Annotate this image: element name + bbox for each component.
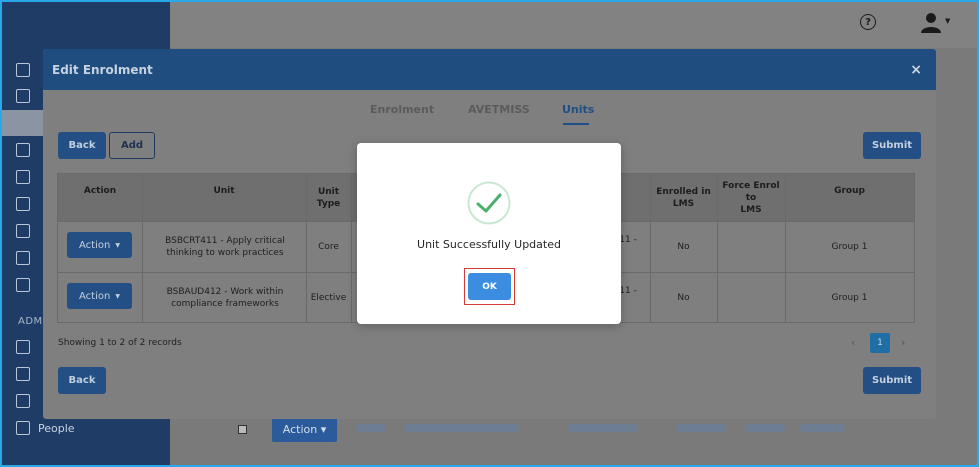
sidebar-item-courses[interactable]	[16, 170, 30, 184]
row-action-button[interactable]: Action ▼	[67, 283, 132, 309]
submit-bottom-button[interactable]: Submit	[863, 367, 921, 394]
row-action-label: Action	[79, 290, 111, 302]
success-check-icon	[467, 181, 511, 225]
records-count: Showing 1 to 2 of 2 records	[58, 338, 182, 348]
monitor-icon	[16, 340, 30, 354]
header-unit: Unit	[213, 186, 235, 196]
modal-header: Edit Enrolment ×	[43, 49, 936, 90]
settings-icon	[16, 251, 30, 265]
header-unit-type: Unit Type	[316, 187, 341, 209]
tab-avetmiss[interactable]: AVETMISS	[468, 103, 530, 116]
header-action: Action	[83, 186, 117, 196]
ok-button[interactable]: OK	[468, 273, 511, 300]
background-action-button[interactable]: Action ▾	[272, 416, 337, 442]
sidebar-item-reports[interactable]	[16, 89, 30, 103]
add-button[interactable]: Add	[109, 132, 155, 159]
document-icon	[16, 89, 30, 103]
blurred-text	[568, 424, 638, 432]
header-force-enrol: Force Enrol to LMS	[722, 181, 780, 215]
finance-icon	[16, 224, 30, 238]
success-dialog: Unit Successfully Updated OK	[357, 143, 621, 324]
tabs: Enrolment AVETMISS Units	[43, 101, 936, 125]
force-enrol-cell	[717, 273, 785, 323]
courses-icon	[16, 170, 30, 184]
sidebar-item-users[interactable]	[16, 278, 30, 292]
sidebar-item-contacts[interactable]	[16, 143, 30, 157]
sidebar-item-admin-3[interactable]	[16, 394, 30, 408]
unit-cell: BSBCRT411 - Apply critical thinking to w…	[165, 236, 285, 258]
row-checkbox[interactable]	[238, 425, 247, 434]
caret-down-icon: ▼	[115, 292, 120, 300]
unit-type-cell: Core	[318, 242, 339, 252]
row-action-label: Action	[79, 239, 111, 251]
submit-button[interactable]: Submit	[863, 132, 921, 159]
back-button[interactable]: Back	[58, 132, 106, 159]
blurred-text	[676, 424, 726, 432]
list-icon	[16, 367, 30, 381]
chevron-down-icon[interactable]: ▼	[945, 17, 950, 25]
column-divider	[351, 174, 352, 322]
sidebar-item-classes[interactable]	[16, 197, 30, 211]
active-tab-indicator	[563, 123, 589, 125]
header-group: Group	[834, 186, 865, 196]
users-icon	[16, 143, 30, 157]
sidebar-item-people[interactable]: People	[16, 421, 75, 435]
user-card-icon	[16, 278, 30, 292]
top-bar	[170, 2, 977, 48]
partial-cell: 11 -	[619, 235, 637, 245]
column-divider	[142, 174, 143, 322]
blurred-text	[800, 424, 845, 432]
caret-down-icon: ▼	[115, 241, 120, 249]
pagination-prev[interactable]: ‹	[851, 336, 855, 349]
unit-cell: BSBAUD412 - Work within compliance frame…	[166, 287, 284, 309]
pagination-next[interactable]: ›	[901, 336, 905, 349]
pagination-page-1[interactable]: 1	[870, 333, 890, 353]
sidebar-item-students[interactable]	[2, 110, 43, 136]
back-bottom-button[interactable]: Back	[58, 367, 106, 394]
modal-title: Edit Enrolment	[52, 62, 153, 77]
enrolled-lms-cell: No	[677, 293, 690, 303]
enrolled-lms-cell: No	[677, 242, 690, 252]
sidebar-item-label: People	[38, 421, 75, 435]
group-cell: Group 1	[831, 242, 868, 252]
help-icon[interactable]: ?	[860, 14, 876, 30]
sidebar-item-settings[interactable]	[16, 251, 30, 265]
blurred-text	[745, 424, 785, 432]
tab-units[interactable]: Units	[562, 103, 594, 116]
group-cell: Group 1	[831, 293, 868, 303]
tab-enrolment[interactable]: Enrolment	[370, 103, 434, 116]
partial-cell: 11 -	[619, 286, 637, 296]
unit-type-cell: Elective	[310, 293, 347, 303]
sidebar-item-admin-1[interactable]	[16, 340, 30, 354]
sidebar-item-finance[interactable]	[16, 224, 30, 238]
row-action-button[interactable]: Action ▼	[67, 232, 132, 258]
people-icon	[16, 421, 30, 435]
blurred-text	[356, 424, 386, 432]
sidebar-item-admin-2[interactable]	[16, 367, 30, 381]
sidebar-section-admin: ADMI	[18, 316, 47, 327]
user-icon[interactable]	[920, 11, 942, 33]
coins-icon	[16, 394, 30, 408]
calendar-icon	[16, 197, 30, 211]
chart-icon	[16, 63, 30, 77]
header-enrolled-lms: Enrolled in LMS	[656, 187, 711, 209]
success-message: Unit Successfully Updated	[417, 238, 561, 251]
force-enrol-cell	[717, 222, 785, 272]
blurred-text	[404, 424, 519, 432]
sidebar-item-dashboard[interactable]	[16, 63, 30, 77]
close-icon[interactable]: ×	[910, 62, 922, 78]
